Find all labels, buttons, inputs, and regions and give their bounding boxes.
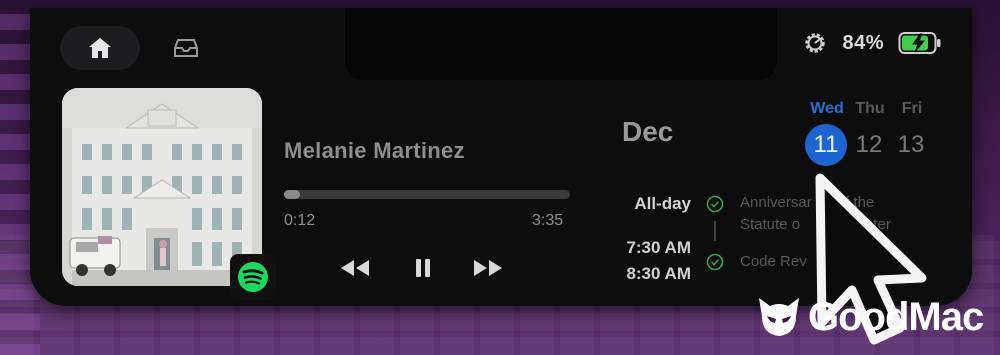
day-date: 11: [805, 124, 847, 166]
camera-notch: [345, 8, 777, 80]
goodmac-watermark: GoodMac: [756, 294, 984, 340]
rewind-icon: [341, 260, 369, 276]
goodmac-logo-icon: [759, 298, 799, 336]
check-circle-icon: [706, 195, 724, 213]
watermark-text: GoodMac: [808, 294, 984, 339]
playback-progress-bar[interactable]: [284, 190, 570, 199]
day-name: Wed: [810, 100, 844, 117]
total-duration: 3:35: [532, 212, 564, 229]
spotify-source-badge[interactable]: [230, 254, 276, 300]
artist-name: Melanie Martinez: [284, 138, 465, 163]
fast-forward-button[interactable]: [468, 252, 508, 284]
pause-icon: [416, 259, 430, 277]
check-circle-icon: [706, 253, 724, 271]
spotify-icon: [238, 262, 268, 292]
event-end-time: 8:30 AM: [626, 264, 691, 283]
day-name: Thu: [855, 100, 885, 117]
calendar-day-wed[interactable]: Wed 11: [805, 100, 849, 166]
event-start-time: 7:30 AM: [626, 238, 691, 257]
calendar-month: Dec: [622, 116, 674, 147]
calendar-day-fri[interactable]: Fri 13: [890, 100, 934, 166]
rewind-button[interactable]: [335, 252, 375, 284]
gear-icon[interactable]: [802, 30, 828, 56]
battery-percentage: 84%: [842, 31, 884, 54]
event-time-allday: All-day: [634, 194, 691, 213]
battery-charging-icon: [898, 32, 941, 54]
playback-progress-fill: [284, 190, 301, 199]
tray-button[interactable]: [152, 26, 220, 70]
status-area: 84%: [802, 30, 942, 56]
event-connector-line: [714, 221, 716, 241]
pause-button[interactable]: [403, 252, 443, 284]
fast-forward-icon: [474, 260, 502, 276]
calendar-day-thu[interactable]: Thu 12: [848, 100, 892, 166]
day-name: Fri: [901, 100, 923, 117]
day-date: 13: [897, 131, 925, 158]
tray-icon: [174, 39, 198, 57]
elapsed-time: 0:12: [284, 212, 316, 229]
home-icon: [89, 38, 111, 58]
day-date: 12: [855, 131, 883, 158]
home-button[interactable]: [60, 26, 140, 70]
